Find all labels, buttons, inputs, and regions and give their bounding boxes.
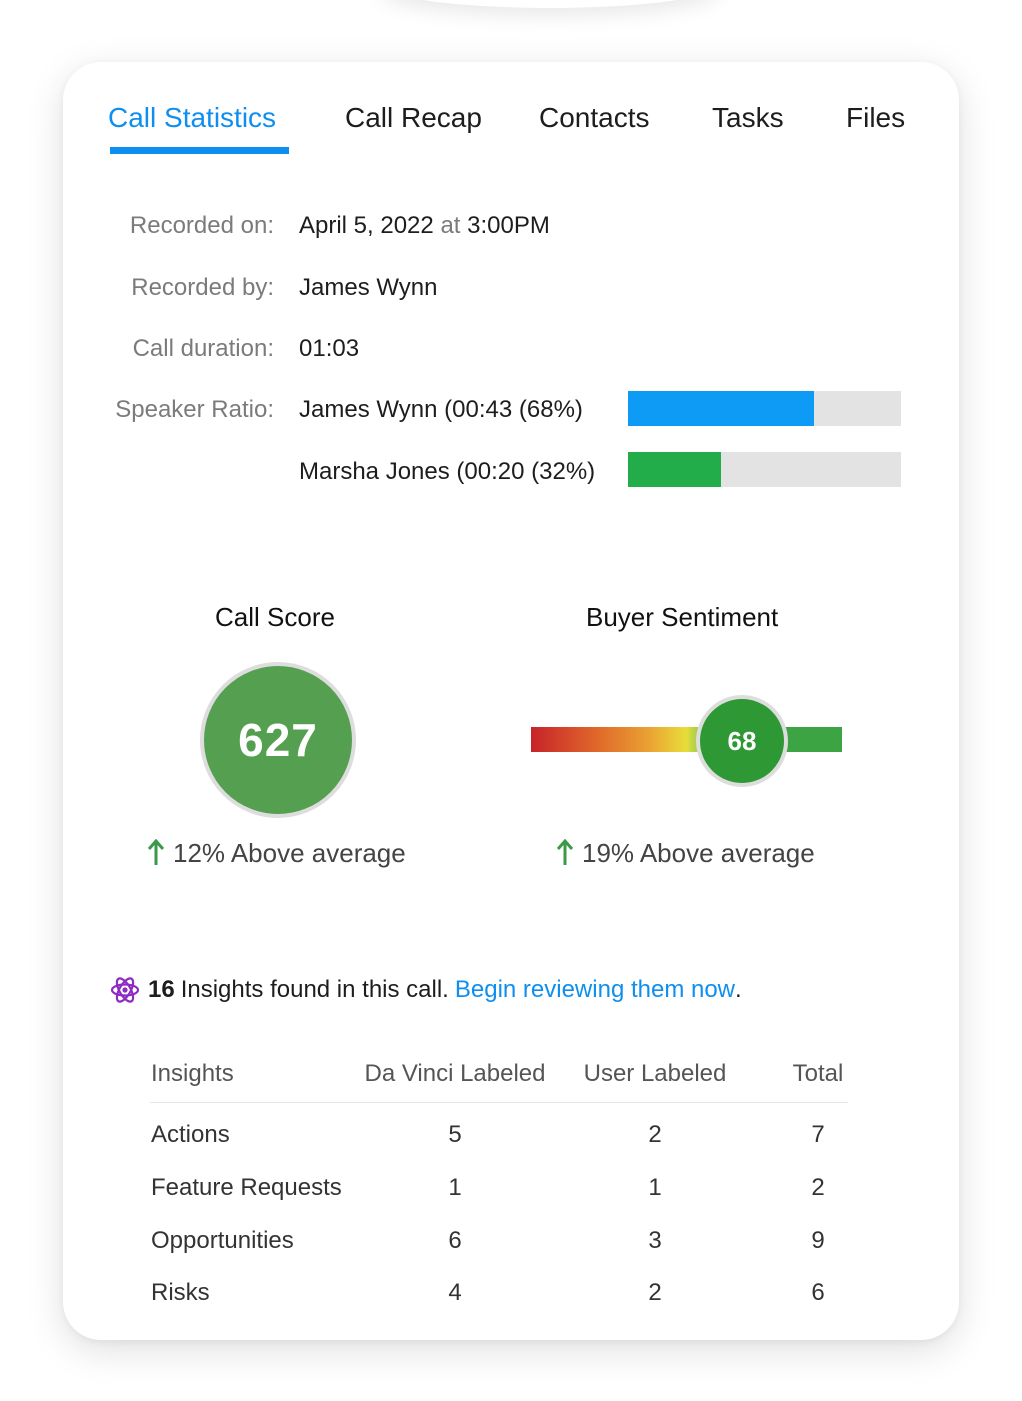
call-duration-value: 01:03 <box>299 335 360 362</box>
call-score-badge: 627 <box>200 662 356 818</box>
recorded-on-value: April 5, 2022 at 3:00PM <box>299 211 550 241</box>
insights-banner: 16 Insights found in this call. Begin re… <box>110 975 742 1005</box>
decorative-shadow <box>380 0 720 8</box>
table-cell: 1 <box>648 1174 662 1201</box>
table-cell: 2 <box>811 1174 825 1201</box>
speaker-1-label: James Wynn (00:43 (68%) <box>299 396 583 423</box>
recorded-on-date: April 5, 2022 <box>299 212 434 239</box>
buyer-sentiment-delta: 19% Above average <box>556 837 815 869</box>
insights-suffix: . <box>735 976 742 1003</box>
table-cell: 6 <box>811 1279 825 1306</box>
table-row-label: Actions <box>151 1121 230 1148</box>
atom-icon <box>110 977 140 1003</box>
tab-contacts[interactable]: Contacts <box>539 101 650 135</box>
table-cell: 2 <box>648 1121 662 1148</box>
buyer-sentiment-delta-text: 19% Above average <box>582 838 815 868</box>
sentiment-value: 68 <box>727 725 757 756</box>
call-score-title: Call Score <box>215 602 335 632</box>
sentiment-indicator: 68 <box>696 695 788 787</box>
recorded-by-value: James Wynn <box>299 274 438 301</box>
tab-call-statistics[interactable]: Call Statistics <box>108 101 276 135</box>
table-cell: 7 <box>811 1121 825 1148</box>
up-arrow-icon <box>147 839 165 865</box>
buyer-sentiment-title: Buyer Sentiment <box>586 602 779 632</box>
table-header-user: User Labeled <box>583 1060 727 1087</box>
table-cell: 3 <box>648 1227 662 1254</box>
table-header-insights: Insights <box>151 1060 234 1087</box>
speaker-2-label: Marsha Jones (00:20 (32%) <box>299 458 596 485</box>
table-row-label: Risks <box>151 1279 210 1306</box>
table-cell: 6 <box>448 1227 462 1254</box>
table-cell: 5 <box>448 1121 462 1148</box>
page: Call Statistics Call Recap Contacts Task… <box>0 0 1022 1401</box>
recorded-on-label: Recorded on: <box>129 212 274 239</box>
tab-tasks[interactable]: Tasks <box>712 101 784 135</box>
active-tab-indicator <box>110 147 289 154</box>
call-score-delta-text: 12% Above average <box>173 838 406 868</box>
table-cell: 2 <box>648 1279 662 1306</box>
speaker-1-ratio-fill <box>628 391 814 426</box>
table-divider <box>150 1102 848 1103</box>
table-row-label: Opportunities <box>151 1227 294 1254</box>
insights-count: 16 <box>148 976 175 1003</box>
recorded-on-at: at <box>440 212 461 239</box>
recorded-on-time: 3:00PM <box>467 212 550 239</box>
sentiment-gradient-bar <box>531 727 842 752</box>
table-header-total: Total <box>792 1060 844 1087</box>
recorded-by-label: Recorded by: <box>131 274 274 301</box>
call-score-delta: 12% Above average <box>147 837 406 869</box>
speaker-2-ratio-bar <box>628 452 901 487</box>
table-cell: 1 <box>448 1174 462 1201</box>
insights-text: Insights found in this call. <box>180 976 449 1003</box>
speaker-2-ratio-fill <box>628 452 721 487</box>
speaker-1-ratio-bar <box>628 391 901 426</box>
up-arrow-icon <box>556 839 574 865</box>
call-duration-label: Call duration: <box>132 335 274 362</box>
table-row-label: Feature Requests <box>151 1174 342 1201</box>
table-cell: 9 <box>811 1227 825 1254</box>
table-header-davinci: Da Vinci Labeled <box>364 1060 546 1087</box>
call-score-value: 627 <box>238 714 318 766</box>
tab-files[interactable]: Files <box>846 101 905 135</box>
speaker-ratio-label: Speaker Ratio: <box>115 396 274 423</box>
table-cell: 4 <box>448 1279 462 1306</box>
tab-call-recap[interactable]: Call Recap <box>345 101 482 135</box>
review-insights-link[interactable]: Begin reviewing them now <box>455 975 735 1005</box>
